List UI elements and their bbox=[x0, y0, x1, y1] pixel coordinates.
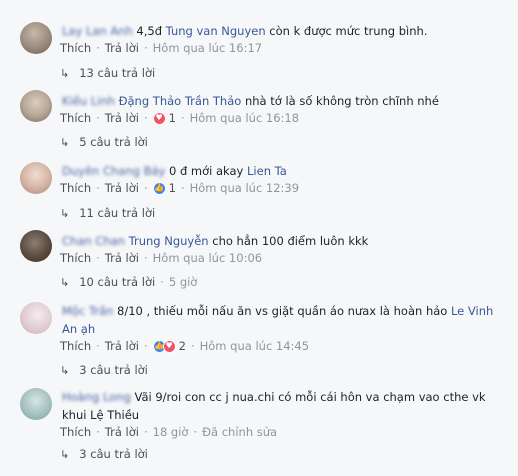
comment-text: Mộc Trần 8/10 , thiếu mỗi nấu ăn vs giặt… bbox=[62, 302, 508, 338]
separator: · bbox=[96, 251, 100, 265]
reply-button[interactable]: Trả lời bbox=[105, 40, 139, 56]
comment-text: Hoàng Long Vãi 9/roi con cc j nua.chi có… bbox=[62, 388, 508, 424]
like-button[interactable]: Thích bbox=[60, 180, 91, 196]
separator: · bbox=[160, 275, 164, 289]
avatar[interactable] bbox=[20, 22, 52, 54]
reply-arrow-icon: ↳ bbox=[60, 276, 70, 289]
love-reaction-icon[interactable]: ♥ bbox=[152, 111, 166, 125]
timestamp[interactable]: Hôm qua lúc 14:45 bbox=[200, 338, 309, 354]
reply-button[interactable]: Trả lời bbox=[105, 180, 139, 196]
separator: · bbox=[180, 181, 185, 195]
mention-link[interactable]: Trung Nguyễn bbox=[129, 234, 209, 248]
love-reaction-icon[interactable]: ♥ bbox=[162, 339, 176, 353]
comment-feed: ↳2 câu trả lời Lay Lan Anh 4,5đ Tung van… bbox=[0, 0, 518, 476]
replies-timestamp[interactable]: 5 giờ bbox=[169, 275, 198, 289]
separator: · bbox=[96, 339, 100, 353]
replies-link[interactable]: ↳ 5 câu trả lời bbox=[60, 134, 148, 150]
reply-button[interactable]: Trả lời bbox=[105, 110, 139, 126]
separator: · bbox=[96, 111, 100, 125]
separator: · bbox=[96, 41, 100, 55]
reply-button[interactable]: Trả lời bbox=[105, 424, 139, 440]
comment-text: Duyên Chang Bảy 0 đ mới akay Lien Ta bbox=[62, 162, 508, 180]
avatar[interactable] bbox=[20, 388, 52, 420]
separator: · bbox=[96, 425, 100, 439]
comment-body-tail: cho hẳn 100 điểm luôn kkk bbox=[212, 234, 369, 248]
top-fade bbox=[0, 0, 518, 6]
comment-text: Chan Chan Trung Nguyễn cho hẳn 100 điểm … bbox=[62, 232, 508, 250]
reaction-count[interactable]: 1 bbox=[169, 110, 176, 126]
comment-actions: Thích · Trả lời · ♥ 1 · Hôm qua lúc 16:1… bbox=[60, 110, 299, 126]
separator: · bbox=[193, 425, 198, 439]
mention-link[interactable]: Le Vinh bbox=[451, 304, 493, 318]
comment-body: 8/10 , thiếu mỗi nấu ăn vs giặt quần áo … bbox=[117, 304, 448, 318]
comment-text: Kiều Linh Đặng Thảo Trần Thảo nhà tớ là … bbox=[62, 92, 508, 110]
author-name[interactable]: Kiều Linh bbox=[62, 94, 115, 108]
timestamp[interactable]: Hôm qua lúc 12:39 bbox=[190, 180, 299, 196]
like-button[interactable]: Thích bbox=[60, 40, 91, 56]
timestamp[interactable]: Hôm qua lúc 10:06 bbox=[153, 250, 262, 266]
separator: · bbox=[143, 111, 148, 125]
reply-arrow-icon: ↳ bbox=[60, 448, 70, 461]
like-reaction-icon[interactable]: 👍 bbox=[152, 181, 166, 195]
separator: · bbox=[143, 41, 148, 55]
comment-body-tail: còn k được mức trung bình. bbox=[269, 24, 428, 38]
like-button[interactable]: Thích bbox=[60, 338, 91, 354]
reply-arrow-icon: ↳ bbox=[60, 67, 70, 80]
separator: · bbox=[143, 251, 148, 265]
avatar[interactable] bbox=[20, 230, 52, 262]
separator: · bbox=[143, 425, 148, 439]
timestamp[interactable]: Hôm qua lúc 16:17 bbox=[153, 40, 262, 56]
reply-arrow-icon: ↳ bbox=[60, 207, 70, 220]
edited-label[interactable]: Đã chỉnh sửa bbox=[202, 424, 277, 440]
separator: · bbox=[143, 181, 148, 195]
avatar[interactable] bbox=[20, 302, 52, 334]
comment-actions: Thích · Trả lời · 18 giờ · Đã chỉnh sửa bbox=[60, 424, 277, 440]
reaction-count[interactable]: 2 bbox=[179, 338, 186, 354]
comment-body: 0 đ mới akay bbox=[168, 164, 244, 178]
avatar[interactable] bbox=[20, 162, 52, 194]
comment-actions: Thích · Trả lời · 👍 1 · Hôm qua lúc 12:3… bbox=[60, 180, 299, 196]
mention-link-continued[interactable]: An ạh bbox=[62, 322, 95, 336]
author-name[interactable]: Chan Chan bbox=[62, 234, 125, 248]
timestamp[interactable]: Hôm qua lúc 16:18 bbox=[190, 110, 299, 126]
mention-link[interactable]: Lien Ta bbox=[247, 164, 287, 178]
comment-text: Lay Lan Anh 4,5đ Tung van Nguyen còn k đ… bbox=[62, 22, 508, 40]
reply-button[interactable]: Trả lời bbox=[105, 338, 139, 354]
timestamp[interactable]: 18 giờ bbox=[153, 424, 189, 440]
separator: · bbox=[180, 111, 185, 125]
author-name[interactable]: Mộc Trần bbox=[62, 304, 113, 318]
separator: · bbox=[190, 339, 195, 353]
reaction-count[interactable]: 1 bbox=[169, 180, 176, 196]
replies-link[interactable]: ↳ 11 câu trả lời bbox=[60, 205, 155, 221]
comment-body-line2: khui Lệ Thiều bbox=[62, 408, 140, 422]
replies-link[interactable]: ↳ 10 câu trả lời · 5 giờ bbox=[60, 274, 197, 290]
comment-actions: Thích · Trả lời · Hôm qua lúc 16:17 bbox=[60, 40, 262, 56]
replies-link[interactable]: ↳ 3 câu trả lời bbox=[60, 362, 148, 378]
comment-body: Vãi 9/roi con cc j nua.chi có mỗi cái hô… bbox=[134, 390, 486, 404]
like-button[interactable]: Thích bbox=[60, 250, 91, 266]
like-button[interactable]: Thích bbox=[60, 110, 91, 126]
comment-actions: Thích · Trả lời · Hôm qua lúc 10:06 bbox=[60, 250, 262, 266]
replies-link[interactable]: ↳ 13 câu trả lời bbox=[60, 65, 155, 81]
mention-link[interactable]: Tung van Nguyen bbox=[166, 24, 266, 38]
reply-button[interactable]: Trả lời bbox=[105, 250, 139, 266]
reply-arrow-icon: ↳ bbox=[60, 364, 70, 377]
author-name[interactable]: Duyên Chang Bảy bbox=[62, 164, 165, 178]
author-name[interactable]: Lay Lan Anh bbox=[62, 24, 133, 38]
separator: · bbox=[96, 181, 100, 195]
separator: · bbox=[143, 339, 148, 353]
reply-arrow-icon: ↳ bbox=[60, 136, 70, 149]
like-button[interactable]: Thích bbox=[60, 424, 91, 440]
comment-actions: Thích · Trả lời · 👍 ♥ 2 · Hôm qua lúc 14… bbox=[60, 338, 309, 354]
avatar[interactable] bbox=[20, 90, 52, 122]
replies-link[interactable]: ↳ 3 câu trả lời bbox=[60, 446, 148, 462]
comment-body: 4,5đ bbox=[136, 24, 163, 38]
comment-body-tail: nhà tớ là số không tròn chĩnh nhé bbox=[244, 94, 439, 108]
author-name[interactable]: Hoàng Long bbox=[62, 390, 131, 404]
mention-link[interactable]: Đặng Thảo Trần Thảo bbox=[119, 94, 242, 108]
